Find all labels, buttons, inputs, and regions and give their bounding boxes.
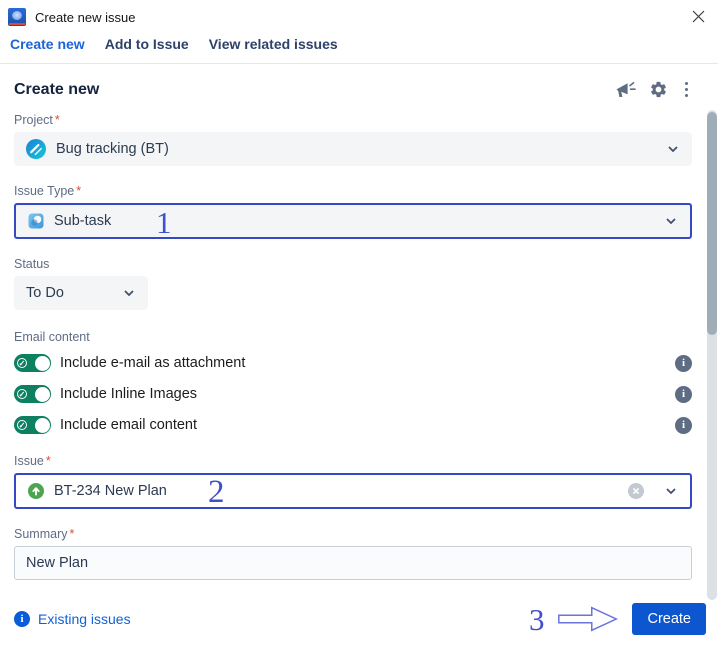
email-content-group: Email content ✓ Include e-mail as attach… — [14, 330, 692, 434]
toggle-knob — [35, 355, 50, 371]
issue-type-label: Issue Type * — [14, 184, 82, 198]
kebab-icon — [684, 81, 688, 86]
required-asterisk: * — [54, 113, 60, 127]
clear-icon — [628, 483, 644, 499]
clear-issue-button[interactable] — [628, 483, 644, 499]
toggle-knob — [35, 386, 50, 402]
info-icon: i — [14, 611, 30, 627]
required-asterisk: * — [45, 454, 51, 468]
tab-create-new[interactable]: Create new — [10, 36, 85, 52]
status-select[interactable]: To Do — [14, 276, 148, 310]
issue-label: Issue * — [14, 454, 51, 468]
chevron-down-icon — [666, 218, 676, 224]
project-avatar-icon — [26, 139, 46, 159]
section-toolbar — [615, 80, 693, 99]
summary-label: Summary * — [14, 527, 75, 541]
annotation-step-2: 2 — [208, 474, 225, 510]
toggle-knob — [35, 417, 50, 433]
toggle-check-icon: ✓ — [17, 389, 27, 399]
window-header: Create new issue — [0, 0, 718, 30]
issue-select[interactable]: BT-234 New Plan 2 — [14, 473, 692, 509]
info-email-content-icon[interactable]: i — [675, 416, 692, 434]
toggle-check-icon: ✓ — [17, 358, 27, 368]
addin-app-icon — [8, 8, 26, 26]
issue-type-select[interactable]: Sub-task 1 — [14, 203, 692, 239]
subtask-icon — [28, 213, 44, 229]
chevron-down-icon — [124, 290, 134, 296]
annotation-step-3: 3 — [528, 601, 545, 637]
toggle-row: ✓ Include email content i — [14, 416, 692, 434]
announcement-button[interactable] — [615, 81, 636, 99]
info-inline-images-icon[interactable]: i — [675, 385, 692, 403]
required-asterisk: * — [69, 527, 75, 541]
scrollbar-thumb[interactable] — [707, 112, 717, 335]
annotation-step-1: 1 — [156, 205, 172, 240]
window-title: Create new issue — [35, 9, 136, 25]
create-new-issue-panel: { "window": { "title": "Create new issue… — [0, 0, 718, 657]
page-title: Create new — [14, 80, 100, 98]
annotation-arrow-icon — [558, 606, 619, 632]
project-value: Bug tracking (BT) — [56, 141, 169, 157]
more-options-button[interactable] — [681, 81, 693, 99]
tab-view-related-issues[interactable]: View related issues — [209, 36, 338, 52]
tab-bar: Create new Add to Issue View related iss… — [0, 30, 718, 64]
existing-issues-label: Existing issues — [38, 611, 131, 627]
existing-issues-link[interactable]: i Existing issues — [14, 611, 131, 627]
issue-improvement-icon — [28, 483, 44, 499]
info-attachment-icon[interactable]: i — [675, 354, 692, 372]
project-select[interactable]: Bug tracking (BT) — [14, 132, 692, 166]
required-asterisk: * — [76, 184, 82, 198]
gear-icon — [650, 81, 666, 98]
scrollbar-track[interactable] — [707, 110, 717, 600]
footer-bar: i Existing issues 3 Create — [0, 603, 718, 635]
create-button[interactable]: Create — [632, 603, 706, 635]
status-value: To Do — [26, 285, 64, 301]
megaphone-icon — [616, 81, 636, 97]
project-label: Project * — [14, 113, 60, 127]
tab-add-to-issue[interactable]: Add to Issue — [105, 36, 189, 52]
toggle-label: Include Inline Images — [60, 386, 198, 402]
issue-type-value: Sub-task — [54, 213, 112, 229]
close-button[interactable] — [690, 8, 706, 24]
email-content-label: Email content — [14, 330, 90, 344]
toggle-label: Include e-mail as attachment — [60, 355, 246, 371]
chevron-down-icon — [668, 146, 678, 152]
summary-input[interactable] — [14, 546, 692, 580]
issue-value: BT-234 New Plan — [54, 483, 167, 499]
status-label: Status — [14, 257, 50, 271]
toggle-include-email-content[interactable]: ✓ — [14, 416, 51, 434]
toggle-label: Include email content — [60, 417, 198, 433]
toggle-row: ✓ Include Inline Images i — [14, 385, 692, 403]
settings-button[interactable] — [649, 80, 668, 99]
toggle-include-email-attachment[interactable]: ✓ — [14, 354, 51, 372]
toggle-row: ✓ Include e-mail as attachment i — [14, 354, 692, 372]
toggle-check-icon: ✓ — [17, 420, 27, 430]
form-content: Create new Project * Bug tracking (BT) I… — [0, 80, 718, 580]
chevron-down-icon — [666, 488, 676, 494]
close-icon — [692, 10, 704, 22]
toggle-include-inline-images[interactable]: ✓ — [14, 385, 51, 403]
